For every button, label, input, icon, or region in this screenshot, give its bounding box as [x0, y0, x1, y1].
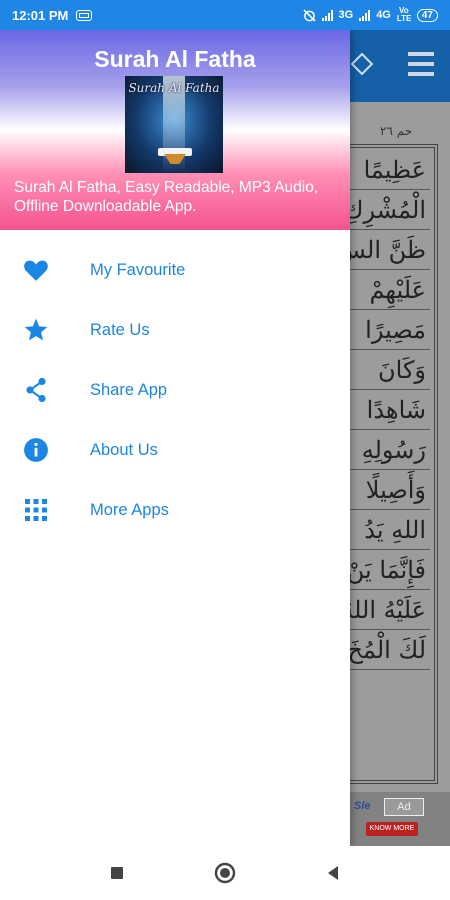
menu-item-label: Share App [90, 380, 168, 399]
menu-item-label: Rate Us [90, 320, 150, 339]
signal-icon [321, 9, 333, 21]
quran-line: فَإِنَّمَا يَنْ [350, 550, 430, 590]
background-app: حم ٢٦ عَظِيمًاالْمُشْرِكِظَنَّ السَّعَلَ… [350, 30, 450, 846]
back-triangle-icon[interactable] [322, 862, 344, 884]
hamburger-menu-icon[interactable] [408, 52, 434, 76]
grid-icon [22, 496, 50, 524]
menu-item-about-us[interactable]: About Us [0, 420, 350, 480]
quran-line: لَكَ الْمُخَ [350, 630, 430, 670]
drawer-header: Surah Al Fatha Surah Al Fatha Surah Al F… [0, 30, 350, 230]
menu-item-more-apps[interactable]: More Apps [0, 480, 350, 540]
ad-label[interactable]: Ad [384, 798, 424, 816]
drawer-description: Surah Al Fatha, Easy Readable, MP3 Audio… [14, 179, 319, 215]
heart-icon [22, 256, 50, 284]
app-logo: Surah Al Fatha [125, 76, 223, 173]
quran-lines: عَظِيمًاالْمُشْرِكِظَنَّ السَّعَلَيْهِمْ… [350, 150, 430, 670]
status-bar: 12:01 PM 3G 4G Vo LTE 47 [0, 0, 450, 30]
quran-line: عَلَيْهُ اللهُ [350, 590, 430, 630]
quran-page: حم ٢٦ عَظِيمًاالْمُشْرِكِظَنَّ السَّعَلَ… [350, 102, 450, 831]
drawer-title: Surah Al Fatha [94, 46, 256, 72]
alarm-off-icon [302, 8, 316, 22]
ad-know-more-button[interactable]: KNOW MORE [366, 822, 418, 836]
drawer-menu: My Favourite Rate Us Share App About Us [0, 230, 350, 540]
navigation-drawer: Surah Al Fatha Surah Al Fatha Surah Al F… [0, 30, 350, 846]
recents-square-icon[interactable] [106, 862, 128, 884]
quran-line: رَسُولِهِ [350, 430, 430, 470]
menu-item-rate-us[interactable]: Rate Us [0, 300, 350, 360]
notification-icon [76, 9, 93, 21]
signal-icon-2 [359, 9, 371, 21]
logo-text: Surah Al Fatha [128, 81, 220, 95]
home-circle-icon[interactable] [214, 862, 236, 884]
menu-item-label: About Us [90, 440, 158, 459]
battery-icon: 47 [416, 8, 438, 22]
volte-label: Vo LTE [396, 6, 412, 23]
star-icon [22, 316, 50, 344]
ad-banner[interactable]: Sle Ad KNOW MORE [350, 792, 450, 846]
quran-line: وَأَصِيلًا [350, 470, 430, 510]
quran-line: شَاهِدًا [350, 390, 430, 430]
quran-line: عَظِيمًا [350, 150, 430, 190]
quran-stand-icon [158, 148, 192, 164]
status-time: 12:01 PM [12, 7, 69, 23]
page-header: حم ٢٦ [380, 124, 413, 138]
quran-line: الْمُشْرِكِ [350, 190, 430, 230]
quran-line: مَصِيرًا [350, 310, 430, 350]
menu-item-label: My Favourite [90, 260, 186, 279]
quran-line: ظَنَّ السَّ [350, 230, 430, 270]
background-arrow-icon [350, 52, 374, 76]
menu-item-share-app[interactable]: Share App [0, 360, 350, 420]
quran-line: اللهِ يَدُ [350, 510, 430, 550]
battery-level: 47 [421, 9, 433, 21]
menu-item-label: More Apps [90, 500, 169, 519]
system-nav-bar [0, 846, 450, 900]
network-type-2: 4G [376, 9, 391, 21]
ad-brand: Sle [354, 800, 371, 812]
share-icon [22, 376, 50, 404]
status-indicators: 3G 4G Vo LTE 47 [302, 6, 438, 23]
info-icon [22, 436, 50, 464]
quran-line: عَلَيْهِمْ [350, 270, 430, 310]
network-type-1: 3G [338, 9, 354, 21]
quran-line: وَكَانَ [350, 350, 430, 390]
background-toolbar [350, 30, 450, 102]
menu-item-my-favourite[interactable]: My Favourite [0, 240, 350, 300]
